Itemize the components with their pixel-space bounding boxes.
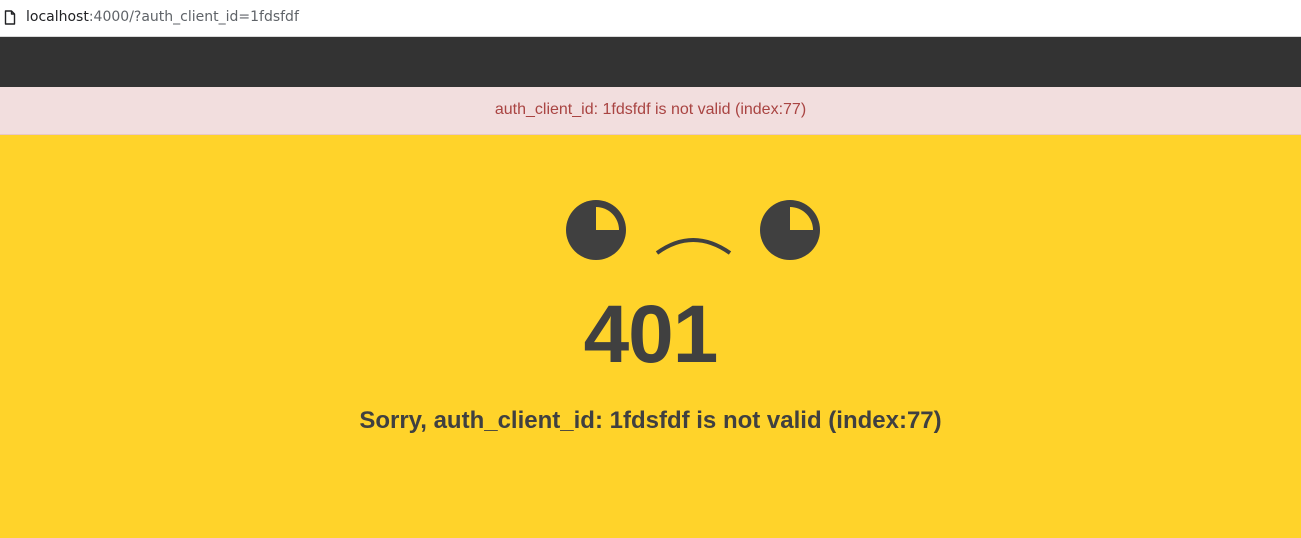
- left-eye-icon: [566, 200, 626, 260]
- error-code: 401: [583, 289, 719, 380]
- url-path: :4000/?auth_client_id=1fdsfdf: [88, 9, 299, 25]
- page-icon: [4, 10, 16, 25]
- url-host: localhost: [26, 9, 89, 25]
- frown-mouth-icon: [655, 238, 732, 255]
- url-text[interactable]: localhost:4000/?auth_client_id=1fdsfdf: [26, 8, 299, 26]
- right-eye-icon: [760, 200, 820, 260]
- error-message: Sorry, auth_client_id: 1fdsfdf is not va…: [359, 407, 942, 434]
- error-content: 401 Sorry, auth_client_id: 1fdsfdf is no…: [0, 135, 1301, 538]
- error-alert-banner: auth_client_id: 1fdsfdf is not valid (in…: [0, 87, 1301, 135]
- top-navbar: [0, 37, 1301, 87]
- alert-text: auth_client_id: 1fdsfdf is not valid (in…: [494, 101, 807, 118]
- browser-address-bar[interactable]: localhost:4000/?auth_client_id=1fdsfdf: [0, 0, 1301, 37]
